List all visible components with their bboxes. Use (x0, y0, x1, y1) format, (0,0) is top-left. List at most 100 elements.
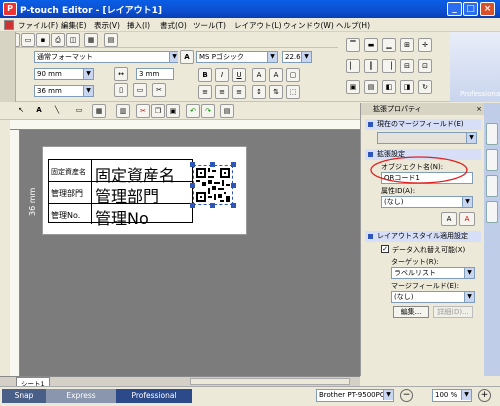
align-bottom-icon[interactable]: ▁ (382, 38, 396, 52)
orientation-icon[interactable]: ▯ (114, 83, 128, 97)
preview-icon[interactable]: ◫ (66, 33, 80, 47)
label-table[interactable]: 固定資産名 固定資産名 管理部門 管理部門 管理No. 管理No (48, 159, 194, 228)
menu-insert[interactable]: 挿入(I) (127, 20, 150, 31)
professional-mode-button[interactable]: Professional (116, 389, 192, 403)
qr-code[interactable] (193, 165, 233, 205)
resize-handle[interactable] (210, 203, 215, 208)
align-right-button[interactable]: ≡ (232, 85, 246, 99)
minimize-button[interactable]: _ (447, 2, 462, 16)
align-center-button[interactable]: ≡ (215, 85, 229, 99)
zoom-out-button[interactable]: − (400, 389, 413, 402)
fit-text-button[interactable]: ⬚ (286, 85, 300, 99)
menu-view[interactable]: 表示(V) (94, 20, 120, 31)
align-left-button[interactable]: ≡ (198, 85, 212, 99)
bold-button[interactable]: B (198, 68, 212, 82)
grid-icon[interactable]: ⊡ (418, 59, 432, 73)
back-icon[interactable]: ◨ (400, 80, 414, 94)
open-icon[interactable]: ▭ (21, 33, 35, 47)
margin-input[interactable]: 3 mm (136, 68, 174, 80)
edit-button[interactable]: 編集... (393, 306, 429, 318)
space-icon[interactable]: ⊟ (400, 59, 414, 73)
print-icon[interactable]: ⎙ (51, 33, 65, 47)
express-mode-button[interactable]: Express (46, 389, 116, 403)
align-right-edge-icon[interactable]: ▕ (382, 59, 396, 73)
resize-handle[interactable] (190, 183, 195, 188)
zoom-in-button[interactable]: + (478, 389, 491, 402)
attribute-delete-icon[interactable]: A (459, 212, 475, 226)
center-icon[interactable]: ✛ (418, 38, 432, 52)
width-input[interactable]: 90 mm ▼ (34, 68, 94, 80)
menu-file[interactable]: ファイル(F) (18, 20, 58, 31)
resize-handle[interactable] (190, 203, 195, 208)
select-arrow-icon[interactable]: ↖ (14, 104, 28, 118)
detail-button[interactable]: 詳細(D)... (433, 306, 473, 318)
menu-format[interactable]: 書式(O) (160, 20, 187, 31)
distribute-icon[interactable]: ⊞ (400, 38, 414, 52)
printer-select[interactable]: Brother PT-9500PC ▼ (316, 389, 394, 402)
text-direction-button[interactable]: ⇅ (269, 85, 283, 99)
height-input[interactable]: 36 mm ▼ (34, 85, 94, 97)
current-merge-section[interactable]: 現在のマージフィールド(E) (365, 119, 481, 130)
attribute-id-select[interactable]: (なし) ▼ (381, 196, 473, 208)
font-select[interactable]: MS Pゴシック ▼ (196, 51, 278, 63)
menu-help[interactable]: ヘルプ(H) (336, 20, 370, 31)
zoom-select[interactable]: 100 % ▼ (432, 389, 472, 402)
menu-edit[interactable]: 編集(E) (61, 20, 87, 31)
align-left-edge-icon[interactable]: ▏ (346, 59, 360, 73)
resize-handle[interactable] (231, 183, 236, 188)
resize-handle[interactable] (190, 162, 195, 167)
line-tool-icon[interactable]: ╲ (50, 104, 64, 118)
resize-handle[interactable] (210, 162, 215, 167)
format-select[interactable]: 通常フォーマット ▼ (34, 51, 180, 63)
text-tool-icon[interactable]: A (32, 104, 46, 118)
close-icon[interactable]: × (476, 103, 482, 115)
align-center-h-icon[interactable]: ┃ (364, 59, 378, 73)
options-icon[interactable]: ▤ (104, 33, 118, 47)
italic-button[interactable]: I (215, 68, 229, 82)
menu-tools[interactable]: ツール(T) (193, 20, 226, 31)
menu-window[interactable]: ウィンドウ(W) (283, 20, 334, 31)
attribute-add-icon[interactable]: A (441, 212, 457, 226)
outline-button[interactable]: A (252, 68, 266, 82)
close-button[interactable]: × (480, 2, 495, 16)
shadow-button[interactable]: A (269, 68, 283, 82)
rotate-icon[interactable]: ↻ (418, 80, 432, 94)
menu-layout[interactable]: レイアウト(L) (234, 20, 282, 31)
data-replace-checkbox[interactable]: ✓ (381, 245, 389, 253)
ungroup-icon[interactable]: ▤ (364, 80, 378, 94)
cut-mark-icon[interactable]: ✂ (152, 83, 166, 97)
align-top-icon[interactable]: ▔ (346, 38, 360, 52)
front-icon[interactable]: ◧ (382, 80, 396, 94)
merge-field-select[interactable]: ▼ (377, 132, 477, 144)
landscape-icon[interactable]: ▭ (133, 83, 147, 97)
align-middle-icon[interactable]: ▬ (364, 38, 378, 52)
barcode-tool-icon[interactable]: ▥ (116, 104, 130, 118)
underline-button[interactable]: U (232, 68, 246, 82)
undo-icon[interactable]: ↶ (186, 104, 200, 118)
panel-tab-layout[interactable] (486, 201, 498, 223)
panel-tab-add[interactable] (486, 123, 498, 145)
resize-handle[interactable] (231, 162, 236, 167)
database-icon[interactable]: ▦ (84, 33, 98, 47)
frame-tool-icon[interactable]: ▦ (92, 104, 106, 118)
merge-field-value-select[interactable]: (なし) ▼ (391, 291, 475, 303)
target-select[interactable]: ラベルリスト ▼ (391, 267, 475, 279)
maximize-button[interactable]: □ (463, 2, 478, 16)
vertical-text-button[interactable]: ↕ (252, 85, 266, 99)
panel-tab-properties[interactable] (486, 149, 498, 171)
rect-tool-icon[interactable]: ▭ (72, 104, 86, 118)
group-icon[interactable]: ▣ (346, 80, 360, 94)
table-icon[interactable]: ▤ (220, 104, 234, 118)
copy-icon[interactable]: ❐ (151, 104, 165, 118)
frame-button[interactable]: ▢ (286, 68, 300, 82)
redo-icon[interactable]: ↷ (201, 104, 215, 118)
snap-toggle[interactable]: Snap (2, 389, 46, 403)
paste-icon[interactable]: ▣ (166, 104, 180, 118)
horizontal-scrollbar[interactable] (190, 378, 350, 385)
font-size-select[interactable]: 22.6 ▼ (282, 51, 312, 63)
cut-icon[interactable]: ✂ (136, 104, 150, 118)
resize-handle[interactable] (231, 203, 236, 208)
save-icon[interactable]: ▪ (36, 33, 50, 47)
layout-style-section[interactable]: レイアウトスタイル適用設定 (365, 231, 481, 242)
label-tape[interactable]: 固定資産名 固定資産名 管理部門 管理部門 管理No. 管理No (42, 146, 247, 235)
